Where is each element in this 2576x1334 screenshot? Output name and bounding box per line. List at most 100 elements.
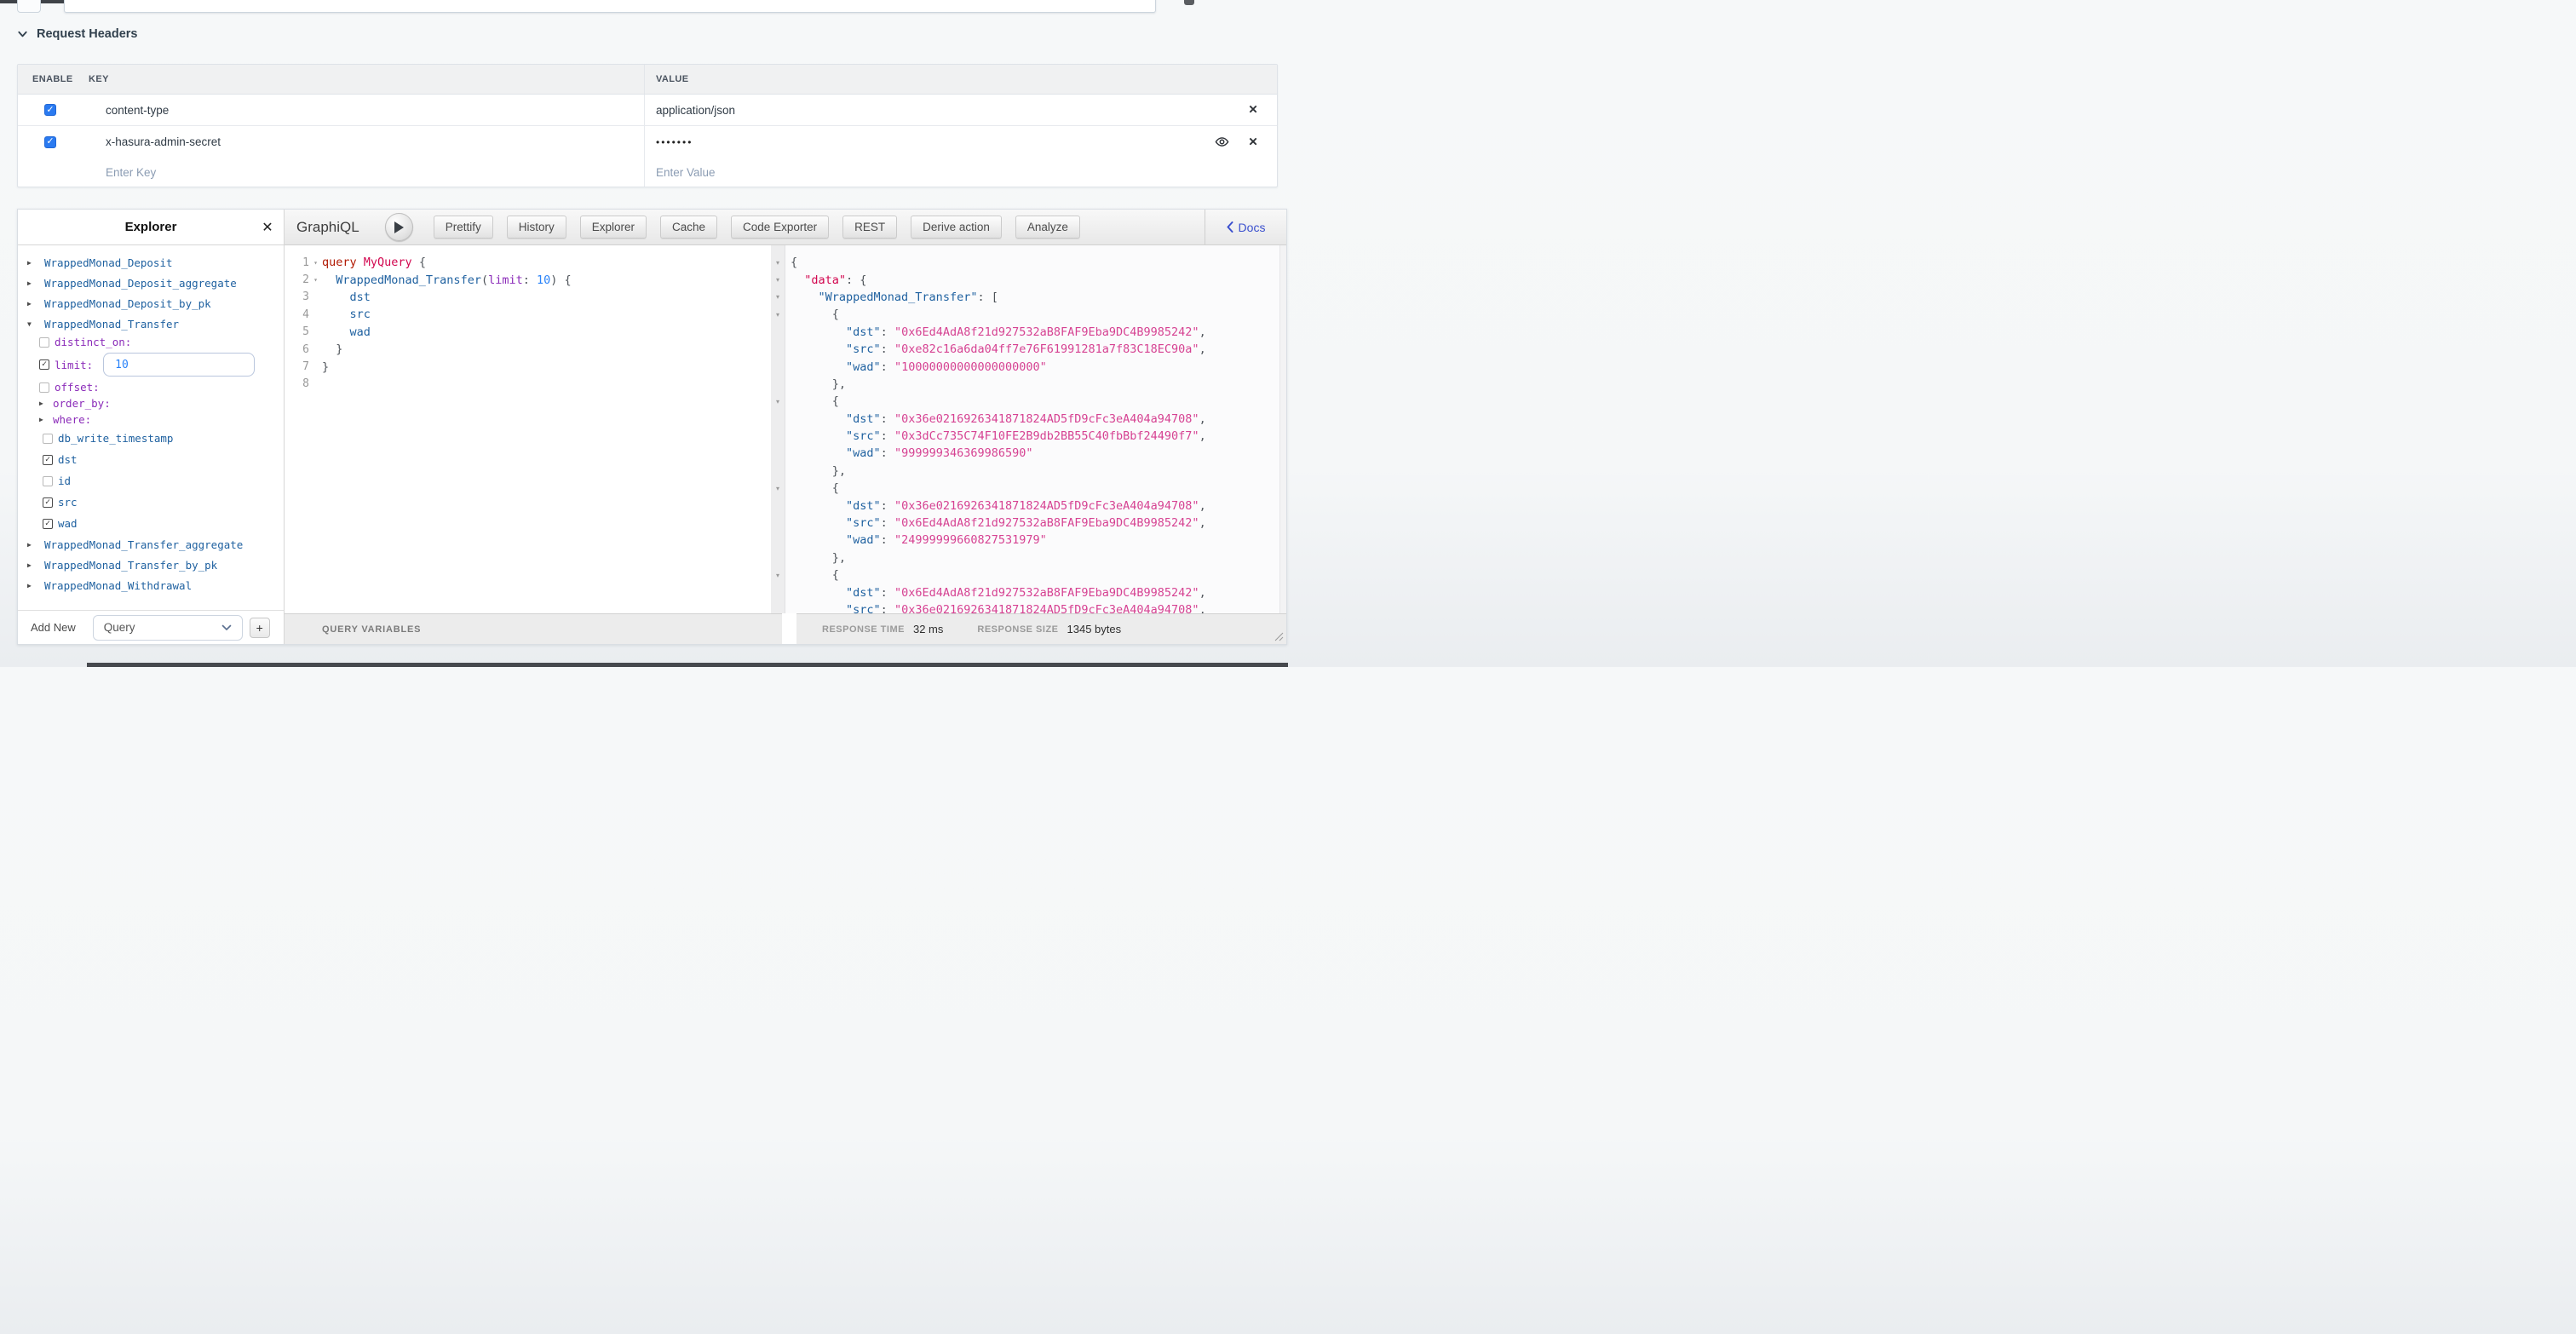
response-scrollbar[interactable] bbox=[1279, 245, 1286, 613]
fold-arrow-icon[interactable]: ▾ bbox=[771, 566, 785, 584]
toolbar-button-explorer[interactable]: Explorer bbox=[580, 216, 647, 239]
checkbox-icon[interactable]: ✓ bbox=[43, 497, 53, 508]
code-text: { bbox=[791, 256, 797, 269]
fold-arrow-icon[interactable]: ▾ bbox=[309, 276, 322, 284]
checkbox-icon[interactable]: ✓ bbox=[39, 359, 49, 370]
fold-arrow-icon[interactable]: ▾ bbox=[771, 271, 785, 288]
explorer-root-WrappedMonad_Transfer[interactable]: ▼WrappedMonad_Transfer bbox=[18, 313, 284, 334]
explorer-root-WrappedMonad_Transfer_aggregate[interactable]: ▶WrappedMonad_Transfer_aggregate bbox=[18, 534, 284, 555]
scrollbar-thumb[interactable] bbox=[1184, 0, 1194, 5]
url-bar-button-partial[interactable] bbox=[17, 0, 41, 13]
explorer-root-WrappedMonad_Deposit_by_pk[interactable]: ▶WrappedMonad_Deposit_by_pk bbox=[18, 293, 284, 313]
explorer-arg-order_by[interactable]: ▶order_by: bbox=[18, 395, 284, 411]
graphiql-panel: Explorer ✕ ▶WrappedMonad_Deposit▶Wrapped… bbox=[17, 209, 1287, 645]
explorer-arg-where[interactable]: ▶where: bbox=[18, 411, 284, 428]
bottom-window-edge bbox=[87, 663, 1288, 667]
toolbar-button-cache[interactable]: Cache bbox=[660, 216, 717, 239]
new-header-key-input[interactable]: Enter Key bbox=[89, 158, 644, 187]
header-value-cell[interactable]: •••••••✕ bbox=[644, 126, 1277, 158]
execute-query-button[interactable] bbox=[385, 213, 413, 241]
checkbox-icon[interactable] bbox=[43, 476, 53, 486]
explorer-arg-offset[interactable]: offset: bbox=[18, 379, 284, 395]
query-editor[interactable]: 1▾query MyQuery {2▾ WrappedMonad_Transfe… bbox=[285, 245, 771, 613]
header-row: ✓ x-hasura-admin-secret•••••••✕ bbox=[18, 126, 1277, 158]
fold-arrow-icon[interactable]: ▾ bbox=[771, 480, 785, 497]
code-text: { bbox=[791, 481, 839, 495]
tree-item-label: dst bbox=[58, 453, 78, 466]
editor-line: 3 dst bbox=[285, 289, 771, 306]
code-text: query MyQuery { bbox=[322, 256, 426, 269]
triangle-right-icon: ▶ bbox=[27, 541, 36, 549]
reveal-eye-icon[interactable] bbox=[1214, 135, 1229, 150]
limit-value-input[interactable] bbox=[103, 353, 255, 377]
add-new-button[interactable]: + bbox=[250, 618, 270, 638]
response-line: { bbox=[785, 306, 1279, 323]
toolbar-button-analyze[interactable]: Analyze bbox=[1015, 216, 1080, 239]
explorer-field-wad[interactable]: ✓wad bbox=[18, 513, 284, 534]
request-headers-section-header[interactable]: Request Headers bbox=[17, 27, 137, 41]
new-header-value-input[interactable]: Enter Value bbox=[644, 158, 1277, 187]
explorer-root-WrappedMonad_Withdrawal[interactable]: ▶WrappedMonad_Withdrawal bbox=[18, 575, 284, 595]
code-text: }, bbox=[791, 377, 846, 391]
fold-arrow-icon[interactable]: ▾ bbox=[771, 254, 785, 271]
graphql-endpoint-input-partial[interactable] bbox=[64, 0, 1156, 13]
column-header-enable: ENABLE bbox=[32, 74, 73, 84]
fold-arrow-icon[interactable]: ▾ bbox=[771, 289, 785, 306]
explorer-field-db_write_timestamp[interactable]: db_write_timestamp bbox=[18, 428, 284, 449]
toolbar-button-rest[interactable]: REST bbox=[842, 216, 897, 239]
fold-arrow-icon[interactable]: ▾ bbox=[771, 393, 785, 410]
tree-item-label: WrappedMonad_Withdrawal bbox=[44, 579, 192, 592]
explorer-field-src[interactable]: ✓src bbox=[18, 492, 284, 513]
line-number: 5 bbox=[285, 325, 309, 338]
response-time-label: RESPONSE TIME bbox=[822, 624, 905, 635]
triangle-right-icon: ▶ bbox=[27, 561, 36, 569]
code-text: "dst": "0x6Ed4AdA8f21d927532aB8FAF9Eba9D… bbox=[791, 325, 1206, 339]
code-text: }, bbox=[791, 551, 846, 565]
request-headers-title: Request Headers bbox=[37, 27, 137, 41]
header-enable-checkbox[interactable]: ✓ bbox=[44, 136, 56, 148]
header-value-cell[interactable]: application/json✕ bbox=[644, 95, 1277, 125]
explorer-arg-distinct_on[interactable]: distinct_on: bbox=[18, 334, 284, 350]
checkbox-icon[interactable] bbox=[43, 434, 53, 444]
fold-arrow-icon[interactable]: ▾ bbox=[771, 306, 785, 323]
remove-header-icon[interactable]: ✕ bbox=[1245, 135, 1261, 150]
response-line: { bbox=[785, 393, 1279, 410]
code-text: { bbox=[791, 394, 839, 408]
close-icon[interactable]: ✕ bbox=[259, 219, 276, 236]
line-number: 6 bbox=[285, 343, 309, 356]
explorer-footer: Add New Query + bbox=[18, 610, 284, 644]
checkbox-icon[interactable]: ✓ bbox=[43, 455, 53, 465]
docs-label: Docs bbox=[1239, 221, 1266, 234]
checkbox-icon[interactable] bbox=[39, 337, 49, 348]
explorer-arg-limit[interactable]: ✓limit: bbox=[18, 350, 284, 379]
graphiql-toolbar: GraphiQL PrettifyHistoryExplorerCacheCod… bbox=[285, 210, 1286, 245]
tree-item-label: where: bbox=[53, 413, 91, 426]
toolbar-button-history[interactable]: History bbox=[507, 216, 566, 239]
toolbar-button-prettify[interactable]: Prettify bbox=[434, 216, 493, 239]
toolbar-button-code-exporter[interactable]: Code Exporter bbox=[731, 216, 829, 239]
explorer-field-id[interactable]: id bbox=[18, 470, 284, 492]
explorer-field-dst[interactable]: ✓ dst bbox=[18, 449, 284, 470]
response-fold-gutter[interactable]: ▾▾▾▾▾▾▾ bbox=[771, 245, 785, 613]
code-text: "src": "0x36e0216926341871824AD5fD9cFc3e… bbox=[791, 603, 1206, 613]
header-key-cell[interactable]: content-type bbox=[89, 95, 644, 125]
header-enable-checkbox[interactable]: ✓ bbox=[44, 104, 56, 116]
header-key-cell[interactable]: x-hasura-admin-secret bbox=[89, 126, 644, 158]
checkbox-icon[interactable] bbox=[39, 382, 49, 393]
resize-handle-icon[interactable] bbox=[1274, 631, 1284, 641]
add-new-select[interactable]: Query bbox=[93, 615, 243, 641]
toolbar-button-derive-action[interactable]: Derive action bbox=[911, 216, 1002, 239]
editor-line: 7} bbox=[285, 358, 771, 375]
explorer-root-WrappedMonad_Transfer_by_pk[interactable]: ▶WrappedMonad_Transfer_by_pk bbox=[18, 555, 284, 575]
query-variables-bar[interactable]: QUERY VARIABLES bbox=[285, 613, 782, 644]
column-header-key: KEY bbox=[89, 74, 109, 84]
tree-item-label: distinct_on: bbox=[55, 336, 131, 348]
explorer-root-WrappedMonad_Deposit[interactable]: ▶WrappedMonad_Deposit bbox=[18, 252, 284, 273]
query-variables-label: QUERY VARIABLES bbox=[322, 624, 421, 635]
checkbox-icon[interactable]: ✓ bbox=[43, 519, 53, 529]
fold-arrow-icon[interactable]: ▾ bbox=[309, 259, 322, 267]
response-time-value: 32 ms bbox=[913, 623, 943, 635]
docs-toggle[interactable]: Docs bbox=[1205, 210, 1286, 244]
remove-header-icon[interactable]: ✕ bbox=[1245, 102, 1261, 118]
explorer-root-WrappedMonad_Deposit_aggregate[interactable]: ▶WrappedMonad_Deposit_aggregate bbox=[18, 273, 284, 293]
